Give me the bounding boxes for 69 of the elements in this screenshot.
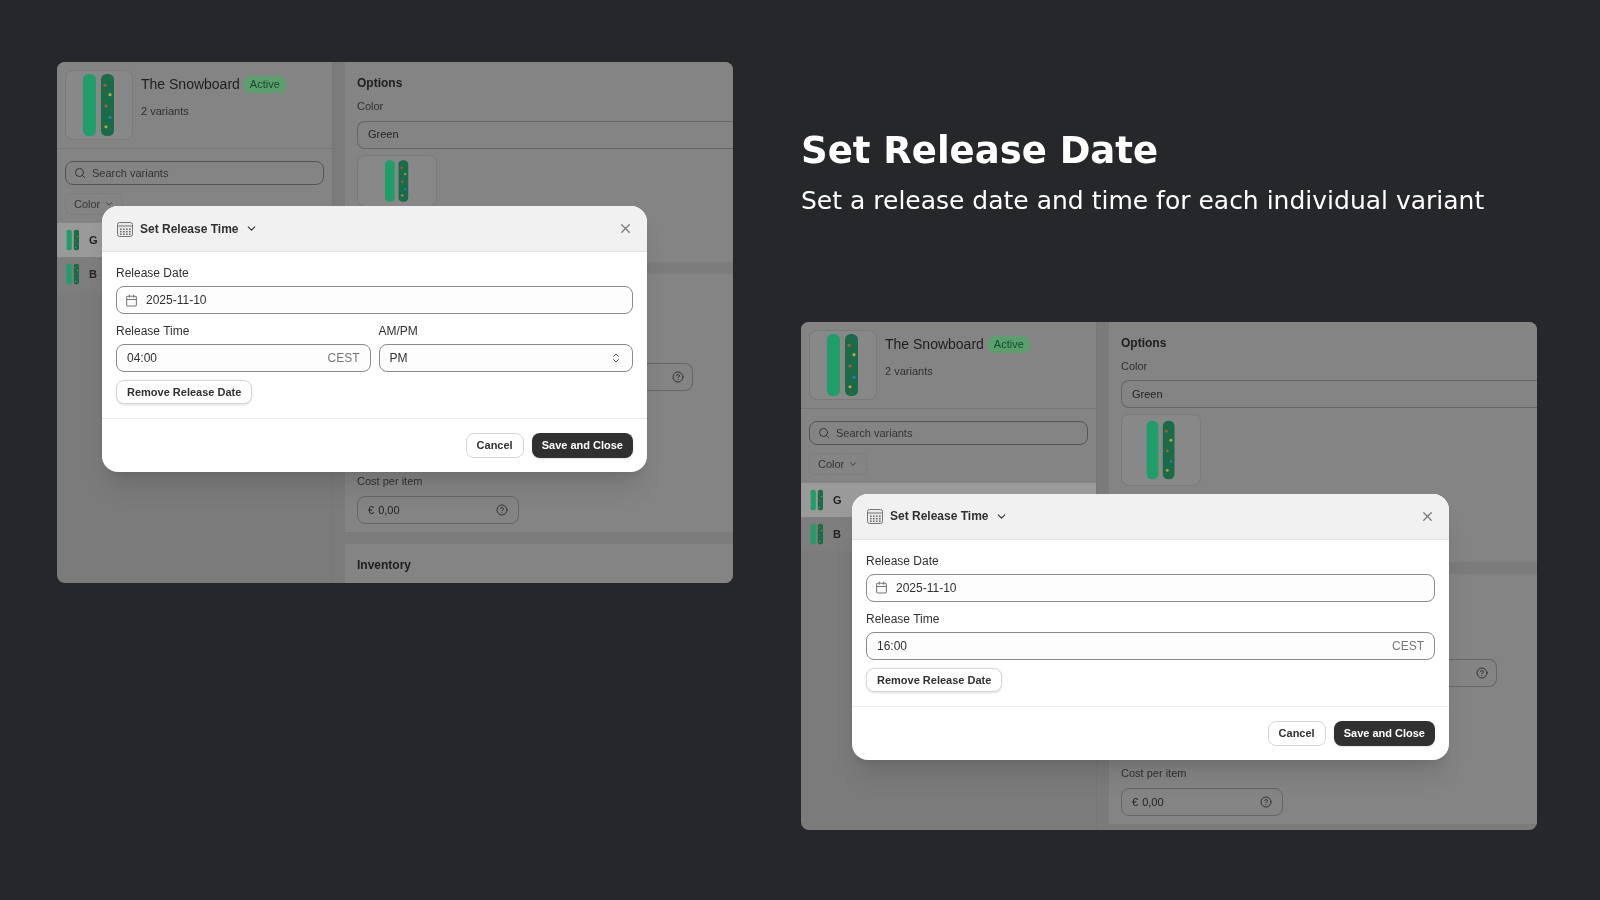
save-and-close-button[interactable]: Save and Close (531, 433, 633, 458)
cost-value: 0,00 (378, 502, 401, 518)
field-label: Release Date (866, 552, 940, 570)
color-field[interactable]: Green (1121, 380, 1537, 409)
variant-name: G (833, 492, 842, 508)
cancel-button[interactable]: Cancel (465, 433, 524, 458)
variant-name: B (89, 266, 97, 282)
select-value: PM (389, 350, 408, 367)
search-placeholder: Search variants (92, 165, 169, 181)
calendar-grid-icon (116, 219, 134, 238)
ampm-select[interactable]: PM (378, 344, 633, 372)
timezone-suffix: CEST (1392, 637, 1424, 655)
inventory-heading: Inventory (357, 557, 411, 572)
search-field[interactable]: Search variants (809, 420, 1088, 445)
headline-subtitle: Set a release date and time for each individual variant (801, 185, 1486, 218)
options-heading: Options (1121, 334, 1168, 352)
remove-release-date-button[interactable]: Remove Release Date (116, 380, 253, 404)
search-icon (818, 426, 830, 439)
currency-symbol: € (1132, 794, 1139, 810)
field-label: Release Date (116, 265, 190, 282)
time-field[interactable]: 16:00 CEST (866, 631, 1435, 660)
product-title: The Snowboard (885, 334, 984, 354)
field-label: AM/PM (378, 323, 419, 340)
updown-icon (610, 352, 622, 364)
field-label: Color (1121, 358, 1149, 374)
headline-title: Set Release Date (801, 128, 1160, 174)
field-label: Release Time (116, 323, 191, 340)
color-field[interactable]: Green (357, 120, 733, 149)
variant-name: B (833, 526, 841, 542)
chevron-down-icon (104, 199, 115, 209)
help-icon (672, 370, 684, 383)
save-and-close-button[interactable]: Save and Close (1333, 720, 1435, 746)
cost-field[interactable]: € 0,00 (357, 495, 519, 524)
currency-symbol: € (368, 502, 375, 518)
field-label: Release Time (866, 610, 941, 628)
time-field[interactable]: 04:00 CEST (116, 344, 371, 372)
search-field[interactable]: Search variants (65, 161, 324, 185)
cancel-button[interactable]: Cancel (1267, 720, 1326, 746)
variant-count: 2 variants (885, 363, 934, 379)
time-value: 04:00 (127, 350, 158, 367)
date-value: 2025-11-10 (896, 579, 957, 597)
field-label: Cost per item (357, 474, 424, 490)
close-icon[interactable] (618, 221, 633, 236)
date-field[interactable]: 2025-11-10 (866, 573, 1435, 602)
field-label: Color (357, 99, 385, 114)
dialog-title: Set Release Time (890, 508, 989, 526)
status-badge: Active (987, 336, 1030, 353)
remove-release-date-button[interactable]: Remove Release Date (866, 667, 1003, 692)
date-field[interactable]: 2025-11-10 (116, 286, 633, 314)
calendar-icon (125, 293, 138, 307)
search-placeholder: Search variants (836, 425, 913, 441)
calendar-icon (875, 581, 888, 595)
help-icon (1260, 795, 1272, 808)
calendar-grid-icon (866, 507, 884, 526)
date-value: 2025-11-10 (146, 292, 207, 309)
status-badge: Active (243, 76, 286, 93)
cost-value: 0,00 (1142, 794, 1165, 810)
time-value: 16:00 (877, 637, 908, 655)
timezone-suffix: CEST (327, 350, 360, 367)
help-icon (496, 503, 508, 516)
variant-name: G (89, 232, 98, 248)
cost-field[interactable]: € 0,00 (1121, 787, 1283, 816)
dialog-title: Set Release Time (140, 220, 239, 238)
search-icon (74, 167, 86, 179)
product-title: The Snowboard (141, 75, 240, 94)
variant-count: 2 variants (141, 104, 190, 119)
field-label: Cost per item (1121, 766, 1188, 782)
help-icon (1476, 666, 1488, 679)
options-heading: Options (357, 75, 404, 92)
